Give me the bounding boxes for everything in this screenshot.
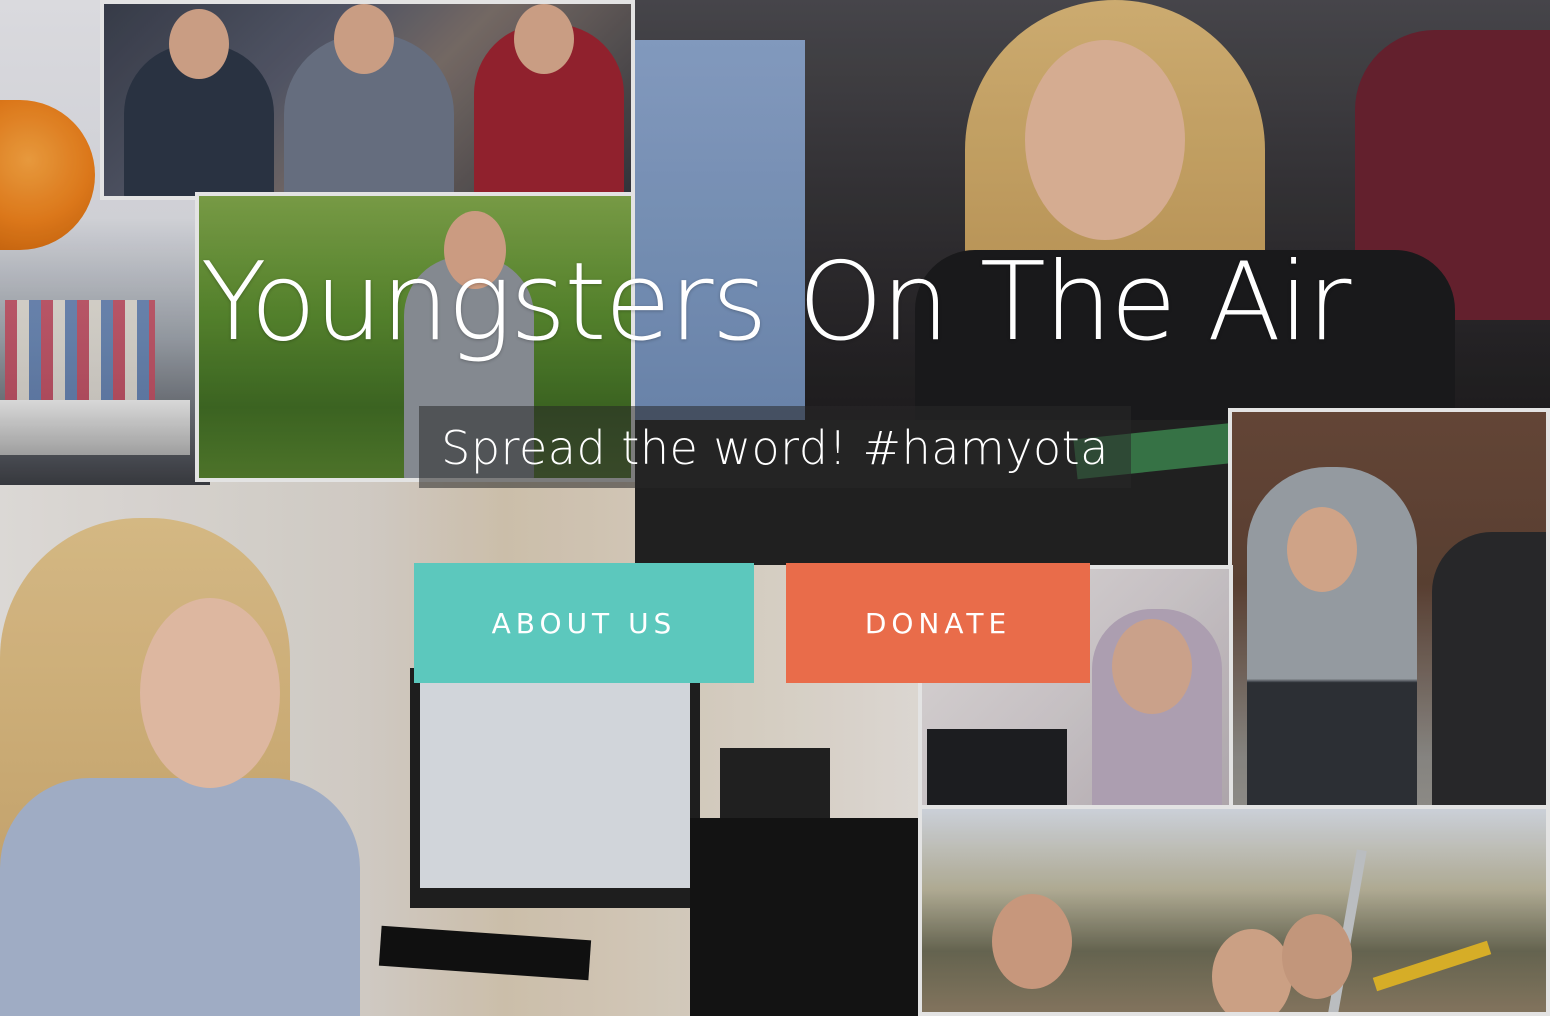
donate-button[interactable]: DONATE	[786, 563, 1090, 683]
hero-title: Youngsters On The Air	[200, 240, 1352, 365]
photo-antenna-team	[918, 805, 1550, 1016]
about-us-button[interactable]: ABOUT US	[414, 563, 754, 683]
photo-group-participants	[100, 0, 635, 200]
hero-subtitle: Spread the word! #hamyota	[419, 406, 1131, 488]
hero-section: Youngsters On The Air Spread the word! #…	[0, 0, 1550, 1016]
hero-subtitle-wrap: Spread the word! #hamyota	[0, 406, 1550, 488]
